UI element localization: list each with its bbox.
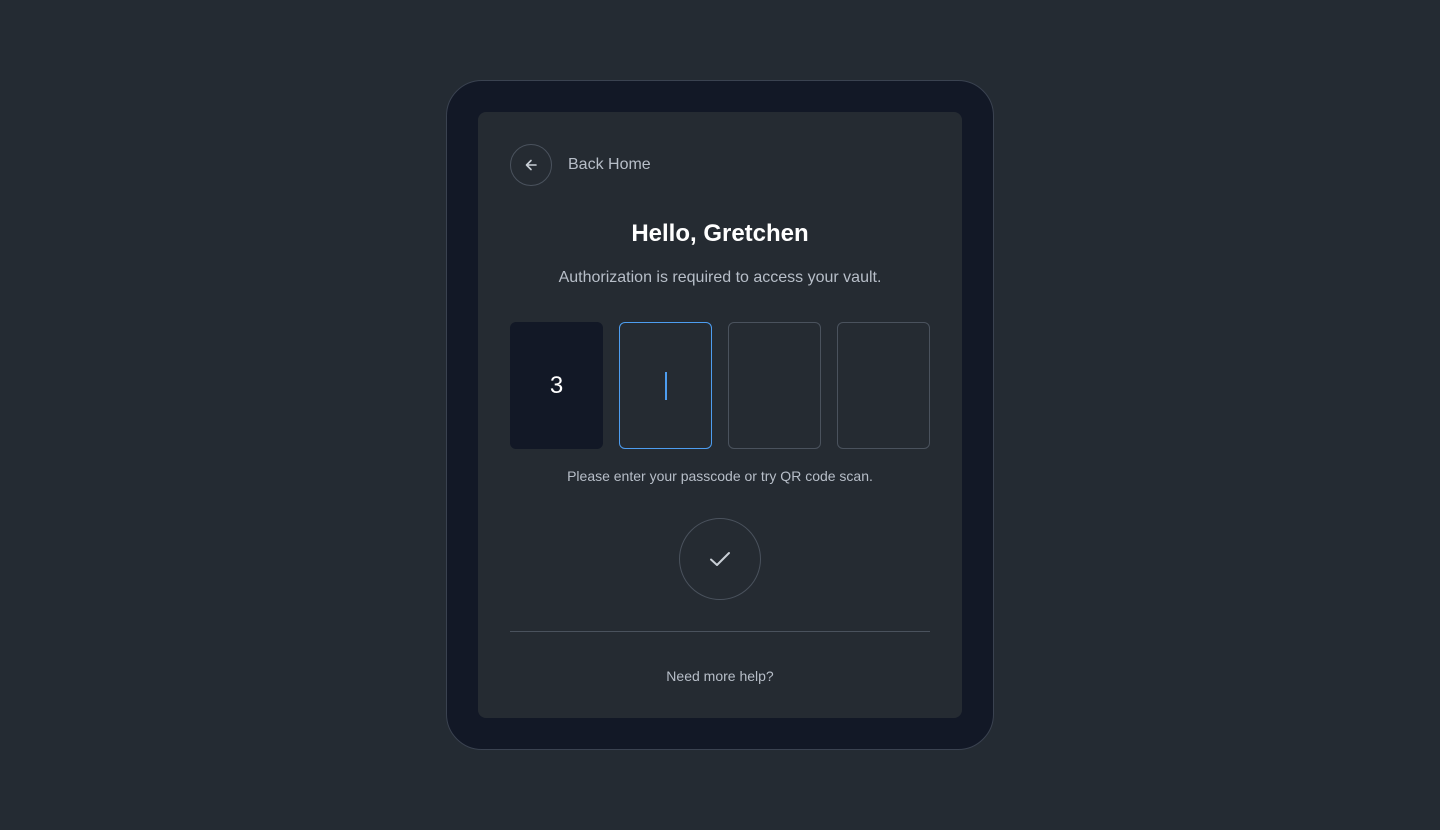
passcode-digit-4[interactable]: [837, 322, 930, 449]
passcode-digit-2[interactable]: [619, 322, 712, 449]
passcode-digit-3[interactable]: [728, 322, 821, 449]
help-link[interactable]: Need more help?: [478, 668, 962, 684]
check-icon: [710, 552, 730, 566]
divider: [510, 631, 930, 632]
back-button-circle[interactable]: [510, 144, 552, 186]
passcode-digit-1[interactable]: 3: [510, 322, 603, 449]
submit-button[interactable]: [679, 518, 761, 600]
arrow-left-icon: [525, 159, 537, 171]
passcode-hint: Please enter your passcode or try QR cod…: [567, 468, 873, 484]
text-caret: [664, 371, 667, 400]
passcode-inputs: 3: [510, 322, 930, 449]
device-frame: Back Home Hello, Gretchen Authorization …: [446, 80, 994, 750]
auth-panel: Back Home Hello, Gretchen Authorization …: [478, 112, 962, 718]
page-subtitle: Authorization is required to access your…: [558, 269, 882, 286]
back-home-label[interactable]: Back Home: [568, 156, 651, 174]
page-title: Hello, Gretchen: [631, 220, 809, 247]
back-home-button[interactable]: Back Home: [510, 144, 651, 186]
